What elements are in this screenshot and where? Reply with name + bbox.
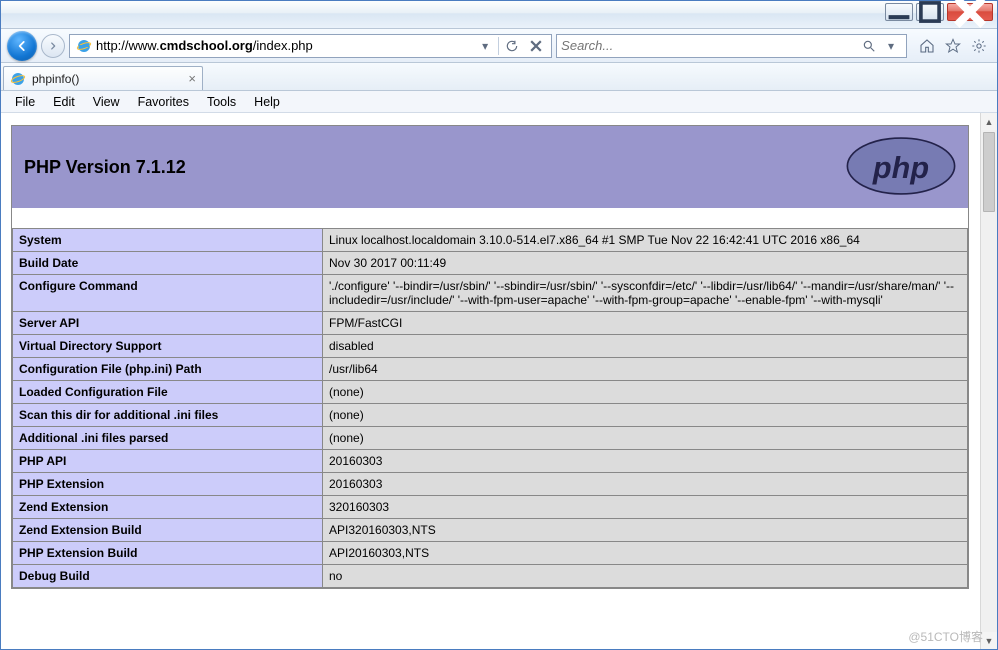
table-row: Loaded Configuration File(none) [13,380,968,403]
config-key: Scan this dir for additional .ini files [13,403,323,426]
tab-phpinfo[interactable]: phpinfo() × [3,66,203,90]
config-key: PHP Extension [13,472,323,495]
config-value: FPM/FastCGI [323,311,968,334]
config-value: 320160303 [323,495,968,518]
config-value: Linux localhost.localdomain 3.10.0-514.e… [323,228,968,251]
config-value: 20160303 [323,472,968,495]
phpinfo-table: SystemLinux localhost.localdomain 3.10.0… [12,208,968,588]
php-logo: php [846,137,956,198]
vertical-scrollbar[interactable]: ▲ ▼ [980,113,997,649]
ie-icon [10,71,26,87]
config-value: /usr/lib64 [323,357,968,380]
scroll-down-icon[interactable]: ▼ [981,632,997,649]
table-row: Zend Extension BuildAPI320160303,NTS [13,518,968,541]
phpinfo-container: PHP Version 7.1.12 php SystemLinux local… [11,125,969,589]
tab-bar: phpinfo() × [1,63,997,91]
stop-icon[interactable] [525,36,547,56]
config-key: Zend Extension Build [13,518,323,541]
config-key: Server API [13,311,323,334]
navigation-bar: http://www.cmdschool.org/index.php ▾ ▾ [1,29,997,63]
config-key: Additional .ini files parsed [13,426,323,449]
maximize-button[interactable] [916,3,944,21]
phpinfo-header: PHP Version 7.1.12 php [12,126,968,208]
phpinfo-title: PHP Version 7.1.12 [24,157,846,178]
table-row: Zend Extension320160303 [13,495,968,518]
config-value: disabled [323,334,968,357]
menu-item-favorites[interactable]: Favorites [130,93,197,111]
config-value: API20160303,NTS [323,541,968,564]
config-value: Nov 30 2017 00:11:49 [323,251,968,274]
config-key: Virtual Directory Support [13,334,323,357]
config-value: (none) [323,426,968,449]
menu-item-help[interactable]: Help [246,93,288,111]
config-value: './configure' '--bindir=/usr/sbin/' '--s… [323,274,968,311]
table-row: Build DateNov 30 2017 00:11:49 [13,251,968,274]
menu-item-file[interactable]: File [7,93,43,111]
config-value: API320160303,NTS [323,518,968,541]
scroll-track[interactable] [981,130,997,632]
search-input[interactable] [561,38,858,53]
menu-item-edit[interactable]: Edit [45,93,83,111]
dropdown-icon[interactable]: ▾ [474,36,496,56]
browser-window: http://www.cmdschool.org/index.php ▾ ▾ [0,0,998,650]
menu-bar: FileEditViewFavoritesToolsHelp [1,91,997,113]
tab-label: phpinfo() [32,72,79,86]
toolbar-icons [911,35,991,57]
back-button[interactable] [7,31,37,61]
config-key: Debug Build [13,564,323,587]
config-key: Build Date [13,251,323,274]
table-row: Configuration File (php.ini) Path/usr/li… [13,357,968,380]
window-buttons [885,1,997,21]
config-key: System [13,228,323,251]
config-value: 20160303 [323,449,968,472]
config-key: PHP API [13,449,323,472]
config-key: Configure Command [13,274,323,311]
forward-button[interactable] [41,34,65,58]
search-dropdown-icon[interactable]: ▾ [880,36,902,56]
svg-text:php: php [872,151,929,185]
config-key: Configuration File (php.ini) Path [13,357,323,380]
config-key: Zend Extension [13,495,323,518]
config-key: Loaded Configuration File [13,380,323,403]
search-icon[interactable] [858,36,880,56]
table-row: Additional .ini files parsed(none) [13,426,968,449]
scroll-up-icon[interactable]: ▲ [981,113,997,130]
address-bar[interactable]: http://www.cmdschool.org/index.php ▾ [69,34,552,58]
table-row: Virtual Directory Supportdisabled [13,334,968,357]
home-icon[interactable] [915,35,939,57]
url-text: http://www.cmdschool.org/index.php [96,38,474,53]
refresh-icon[interactable] [501,36,523,56]
config-key: PHP Extension Build [13,541,323,564]
table-row: Configure Command'./configure' '--bindir… [13,274,968,311]
menu-item-view[interactable]: View [85,93,128,111]
minimize-button[interactable] [885,3,913,21]
menu-item-tools[interactable]: Tools [199,93,244,111]
table-row: PHP API20160303 [13,449,968,472]
page-content: PHP Version 7.1.12 php SystemLinux local… [1,113,979,649]
table-row: PHP Extension20160303 [13,472,968,495]
table-row: Scan this dir for additional .ini files(… [13,403,968,426]
close-button[interactable] [947,3,993,21]
tools-icon[interactable] [967,35,991,57]
table-row: SystemLinux localhost.localdomain 3.10.0… [13,228,968,251]
config-value: (none) [323,403,968,426]
ie-icon [76,38,92,54]
config-value: (none) [323,380,968,403]
table-row: Debug Buildno [13,564,968,587]
config-value: no [323,564,968,587]
window-titlebar [1,1,997,29]
favorites-icon[interactable] [941,35,965,57]
scroll-thumb[interactable] [983,132,995,212]
tab-close-icon[interactable]: × [188,71,196,86]
content-viewport: PHP Version 7.1.12 php SystemLinux local… [1,113,997,649]
table-row: Server APIFPM/FastCGI [13,311,968,334]
search-box[interactable]: ▾ [556,34,907,58]
table-row: PHP Extension BuildAPI20160303,NTS [13,541,968,564]
